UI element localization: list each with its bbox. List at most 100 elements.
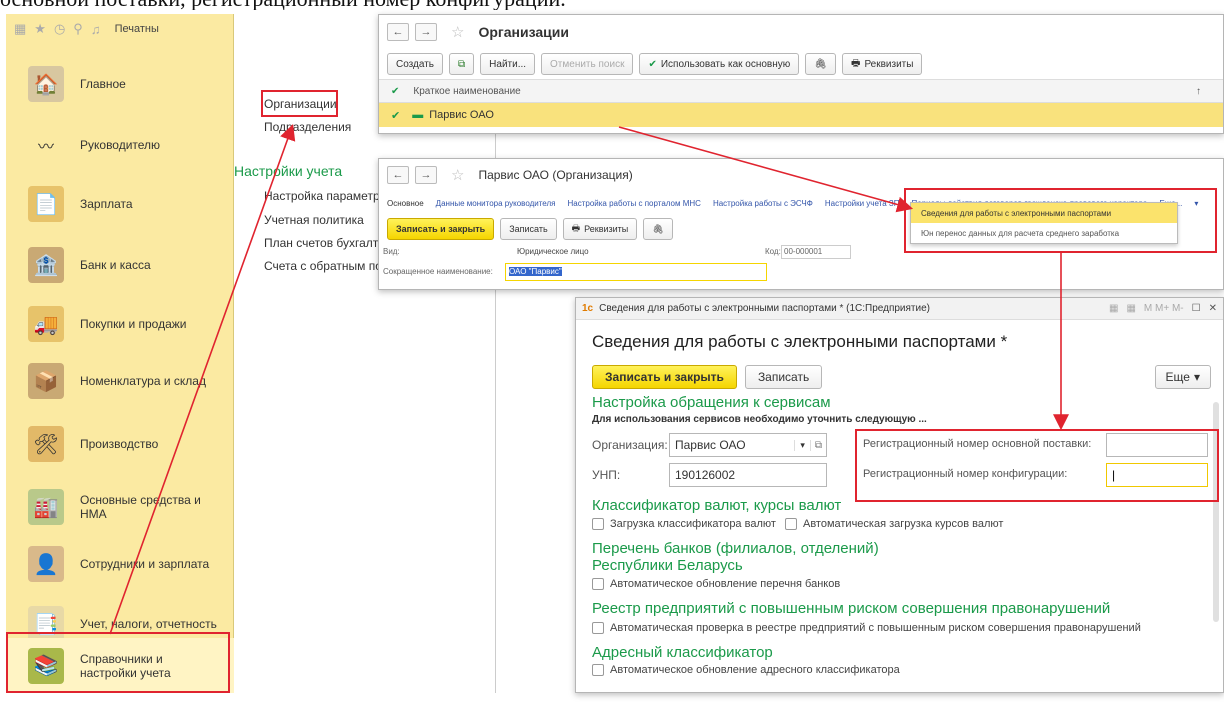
- favorite-star-icon[interactable]: ☆: [451, 23, 464, 41]
- calc-icon[interactable]: ▦: [1109, 303, 1118, 314]
- search-icon[interactable]: ⚲: [73, 21, 83, 37]
- find-button[interactable]: Найти...: [480, 53, 536, 75]
- column-short-name[interactable]: Краткое наименование: [413, 86, 520, 97]
- org-name-cell: Парвис ОАО: [429, 109, 494, 121]
- payroll-icon: 📄: [28, 186, 64, 222]
- bell-icon[interactable]: ♫: [91, 22, 101, 37]
- minus-icon: ▬: [412, 109, 424, 121]
- tools-icon: 🛠: [28, 426, 64, 462]
- sidebar-item-purchases[interactable]: 🚚 Покупки и продажи: [6, 294, 234, 354]
- sidebar-item-label: Учет, налоги, отчетность: [80, 617, 217, 631]
- more-button[interactable]: Еще ▾: [1154, 365, 1211, 389]
- link-chart-of-accounts[interactable]: План счетов бухгалте: [264, 236, 385, 250]
- tab-mns-portal[interactable]: Настройка работы с порталом МНС: [568, 199, 701, 208]
- form-heading: Сведения для работы с электронными паспо…: [592, 332, 1008, 351]
- create-button[interactable]: Создать: [387, 53, 444, 75]
- titlebar-text: Сведения для работы с электронными паспо…: [599, 303, 930, 314]
- save-close-button[interactable]: Записать и закрыть: [387, 218, 495, 240]
- code-field[interactable]: 00-000001: [781, 245, 851, 259]
- section-accounting-settings: Настройки учета: [234, 163, 343, 179]
- save-close-button[interactable]: Записать и закрыть: [592, 365, 737, 389]
- truck-icon: 🚚: [28, 306, 64, 342]
- highlight-dropdown: [904, 188, 1217, 253]
- sidebar-item-label: Зарплата: [80, 197, 133, 211]
- back-icon[interactable]: ←: [387, 166, 409, 184]
- window-title: Парвис ОАО (Организация): [478, 168, 633, 182]
- requisites-button[interactable]: 🖶 Реквизиты: [841, 53, 923, 75]
- address-checkbox[interactable]: [592, 664, 604, 677]
- star-icon[interactable]: ★: [34, 21, 46, 37]
- save-button[interactable]: Записать: [744, 365, 823, 389]
- kind-value[interactable]: Юридическое лицо: [517, 247, 589, 256]
- sidebar-item-stock[interactable]: 📦 Номенклатура и склад: [6, 351, 234, 411]
- sidebar-item-bank[interactable]: 🏦 Банк и касса: [6, 235, 234, 295]
- section-banks: Перечень банков (филиалов, отделений) Ре…: [592, 540, 879, 574]
- requisites-button[interactable]: 🖶 Реквизиты: [562, 218, 638, 240]
- banks-checkbox[interactable]: [592, 578, 604, 591]
- sections-sidebar: ▦ ★ ◷ ⚲ ♫ Печатны 🏠 Главное 〰 Руководите…: [6, 14, 234, 693]
- grid-icon[interactable]: ▦: [14, 21, 26, 37]
- sidebar-item-label: Основные средства и НМА: [80, 493, 201, 521]
- caption-text: основной поставки, регистрационный номер…: [0, 0, 1224, 10]
- requisites-label: Реквизиты: [864, 58, 914, 70]
- tab-main[interactable]: Основное: [387, 199, 424, 208]
- unp-label: УНП:: [592, 468, 621, 482]
- registry-checkbox[interactable]: [592, 622, 604, 635]
- currency-auto-label: Автоматическая загрузка курсов валют: [802, 518, 1004, 530]
- attach-icon[interactable]: 🖇: [643, 218, 673, 240]
- window-title: Организации: [478, 24, 569, 40]
- attach-icon[interactable]: 🖇: [805, 53, 836, 75]
- chevron-down-icon: ▾: [1193, 370, 1200, 384]
- sidebar-item-label: Производство: [80, 437, 159, 451]
- sidebar-item-main[interactable]: 🏠 Главное: [6, 54, 234, 114]
- sidebar-item-manager[interactable]: 〰 Руководителю: [6, 115, 234, 175]
- bank-icon: 🏦: [28, 247, 64, 283]
- history-icon[interactable]: ◷: [54, 21, 65, 37]
- tab-monitor[interactable]: Данные монитора руководителя: [436, 199, 556, 208]
- sidebar-item-production[interactable]: 🛠 Производство: [6, 414, 234, 474]
- tab-salary-settings[interactable]: Настройки учета ЗП: [825, 199, 900, 208]
- sidebar-item-employees[interactable]: 👤 Сотрудники и зарплата: [6, 534, 234, 594]
- print-forms-label[interactable]: Печатны: [115, 23, 159, 35]
- tab-esf[interactable]: Настройка работы с ЭСЧФ: [713, 199, 813, 208]
- currency-auto-checkbox[interactable]: [784, 518, 797, 531]
- org-select[interactable]: Парвис ОАО ▾ ⧉: [669, 433, 827, 457]
- link-reverse-accounts[interactable]: Счета с обратным по: [264, 259, 382, 273]
- copy-icon[interactable]: ⧉: [449, 53, 475, 75]
- calendar-icon[interactable]: ▦: [1126, 303, 1135, 314]
- currency-load-label: Загрузка классификатора валют: [610, 518, 776, 530]
- short-name-field[interactable]: ОАО "Парвис": [505, 263, 767, 281]
- back-icon[interactable]: ←: [387, 23, 409, 41]
- forward-icon[interactable]: →: [415, 23, 437, 41]
- check-icon: ✔: [648, 58, 657, 70]
- cancel-search-button[interactable]: Отменить поиск: [541, 53, 634, 75]
- use-as-main-button[interactable]: ✔ Использовать как основную: [639, 53, 800, 75]
- address-label: Автоматическое обновление адресного клас…: [610, 664, 900, 676]
- open-icon[interactable]: ⧉: [809, 439, 826, 451]
- window-titlebar: 1с Сведения для работы с электронными па…: [576, 298, 1223, 320]
- close-icon[interactable]: ✕: [1209, 303, 1217, 314]
- employee-icon: 👤: [28, 546, 64, 582]
- home-icon: 🏠: [28, 66, 64, 102]
- highlight-registration-fields: [855, 429, 1219, 502]
- table-row[interactable]: ✔ ▬ Парвис ОАО: [379, 103, 1223, 127]
- link-departments[interactable]: Подразделения: [264, 120, 351, 134]
- sidebar-item-label: Банк и касса: [80, 258, 151, 272]
- sidebar-item-label: Покупки и продажи: [80, 317, 187, 331]
- unp-field[interactable]: 190126002: [669, 463, 827, 487]
- favorite-star-icon[interactable]: ☆: [451, 166, 464, 184]
- print-icon: 🖶: [850, 57, 861, 69]
- memory-buttons[interactable]: M M+ M-: [1144, 303, 1184, 314]
- sidebar-item-label: Главное: [80, 77, 126, 91]
- forward-icon[interactable]: →: [415, 166, 437, 184]
- sidebar-item-salary[interactable]: 📄 Зарплата: [6, 174, 234, 234]
- save-button[interactable]: Записать: [500, 218, 557, 240]
- link-accounting-policy[interactable]: Учетная политика: [264, 213, 364, 227]
- kind-label: Вид:: [383, 247, 400, 256]
- link-settings-params[interactable]: Настройка параметро: [264, 189, 386, 203]
- maximize-icon[interactable]: ☐: [1192, 303, 1201, 314]
- highlight-organizations: [261, 90, 338, 117]
- currency-load-checkbox[interactable]: [592, 518, 604, 531]
- sidebar-item-fixed-assets[interactable]: 🏭 Основные средства и НМА: [6, 477, 234, 537]
- chevron-down-icon[interactable]: ▾: [794, 439, 810, 451]
